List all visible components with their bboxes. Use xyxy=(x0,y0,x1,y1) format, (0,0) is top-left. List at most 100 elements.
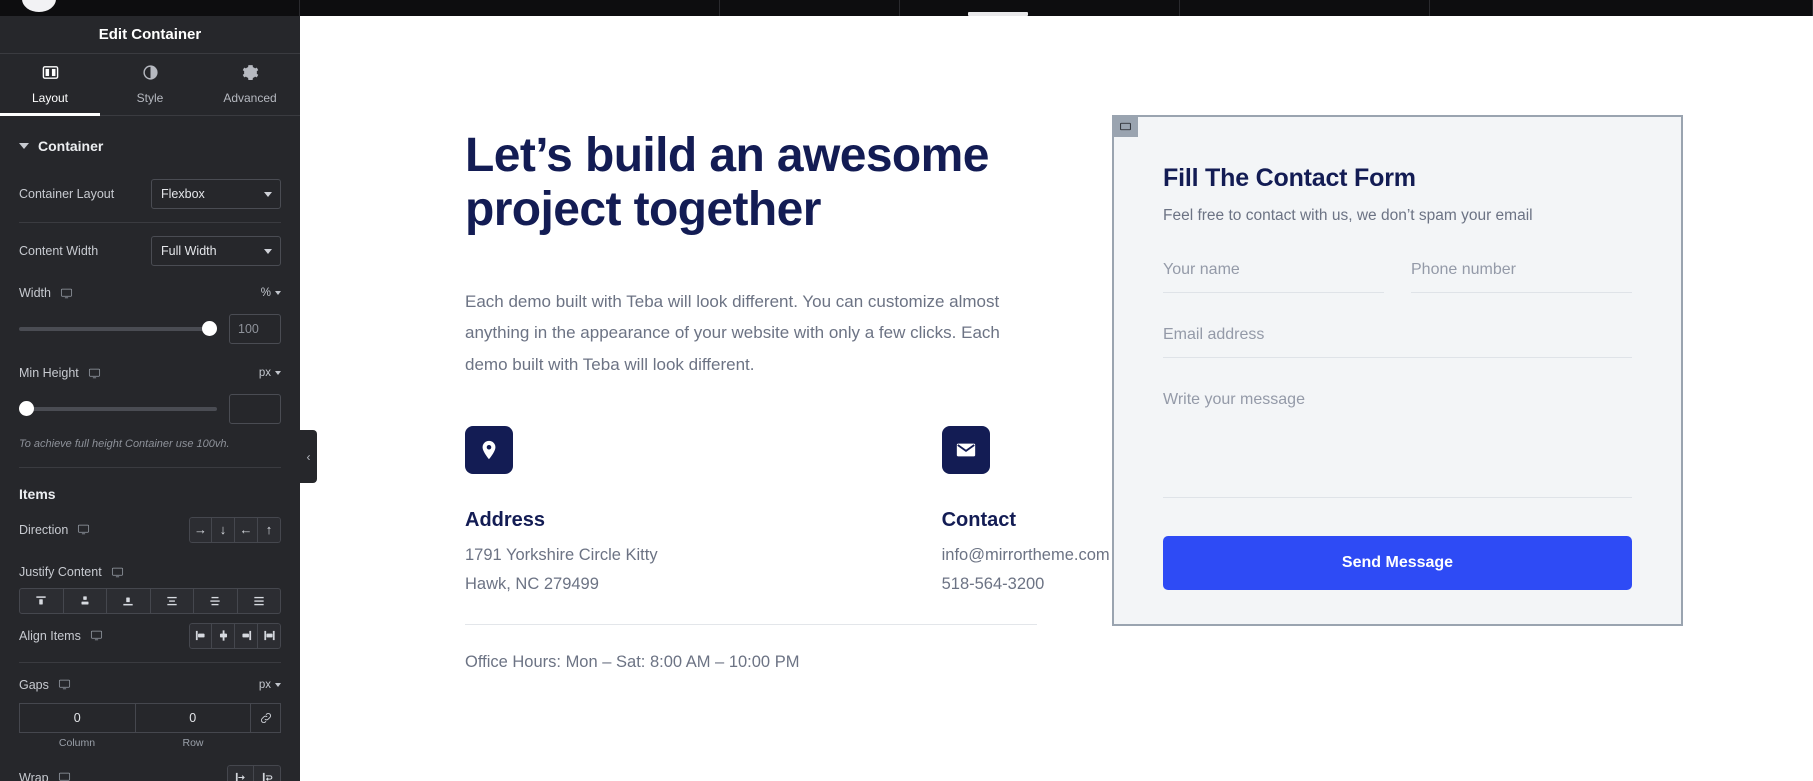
info-line[interactable]: 518-564-3200 xyxy=(942,571,1110,598)
field-message[interactable]: Write your message xyxy=(1163,391,1632,498)
tab-segment[interactable] xyxy=(900,0,1180,16)
min-height-slider-track[interactable] xyxy=(19,401,217,416)
no-wrap-icon[interactable] xyxy=(227,764,254,781)
width-label: Width xyxy=(19,286,73,300)
field-underline xyxy=(1163,357,1632,358)
info-title-address: Address xyxy=(465,509,546,531)
desktop-icon[interactable] xyxy=(58,678,71,691)
min-height-number-input[interactable] xyxy=(229,394,281,424)
contact-form-container[interactable]: Fill The Contact Form Feel free to conta… xyxy=(1112,115,1683,626)
app-screen: Edit Container Layout Style Advanced Con… xyxy=(0,0,1813,781)
desktop-icon[interactable] xyxy=(90,629,103,642)
min-height-unit-selector[interactable]: px xyxy=(259,367,281,379)
section-header-container[interactable]: Container xyxy=(19,116,281,170)
width-slider-knob[interactable] xyxy=(202,321,217,336)
form-subtitle: Feel free to contact with us, we don’t s… xyxy=(1163,207,1533,224)
arrow-down-icon[interactable]: ↓ xyxy=(212,516,235,543)
desktop-icon[interactable] xyxy=(88,367,101,380)
field-email-address[interactable]: Email address xyxy=(1163,326,1632,358)
container-layout-label: Container Layout xyxy=(19,187,115,201)
gear-icon xyxy=(242,64,259,84)
wrap-button-group xyxy=(227,764,281,781)
tab-segment[interactable] xyxy=(300,0,720,16)
info-block-address: Address 1791 Yorkshire Circle Kitty Hawk… xyxy=(465,426,658,598)
map-pin-icon xyxy=(465,426,513,474)
min-height-label: Min Height xyxy=(19,366,101,380)
wrap-icon[interactable] xyxy=(254,764,281,781)
gap-column-input[interactable]: 0 xyxy=(19,702,136,733)
justify-content-button-group xyxy=(19,587,281,614)
gaps-labels: Column Row xyxy=(19,733,281,749)
divider xyxy=(465,624,1037,625)
gaps-unit-selector[interactable]: px xyxy=(259,679,281,691)
control-container-layout: Container Layout Flexbox xyxy=(19,170,281,218)
gaps-label-text: Gaps xyxy=(19,677,49,692)
width-unit-selector[interactable]: % xyxy=(261,287,281,299)
page-title: Let’s build an awesome project together xyxy=(465,129,989,237)
link-icon[interactable] xyxy=(251,702,281,733)
desktop-icon[interactable] xyxy=(60,287,73,300)
arrow-left-icon[interactable]: ← xyxy=(235,516,258,543)
align-start-icon[interactable] xyxy=(189,622,212,649)
section-title: Container xyxy=(38,138,104,154)
panel-tabs: Layout Style Advanced xyxy=(0,54,300,116)
info-line[interactable]: info@mirrortheme.com xyxy=(942,542,1110,569)
tab-segment[interactable] xyxy=(1430,0,1813,16)
justify-start-icon[interactable] xyxy=(19,587,64,614)
align-end-icon[interactable] xyxy=(235,622,258,649)
tab-segment[interactable] xyxy=(720,0,900,16)
justify-end-icon[interactable] xyxy=(107,587,151,614)
arrow-up-icon[interactable]: ↑ xyxy=(258,516,281,543)
desktop-icon[interactable] xyxy=(77,523,90,536)
direction-label-text: Direction xyxy=(19,522,69,537)
email-address-placeholder: Email address xyxy=(1163,326,1265,343)
form-row-1: Your name Phone number xyxy=(1163,261,1632,293)
min-height-hint: To achieve full height Container use 100… xyxy=(19,438,230,450)
desktop-icon[interactable] xyxy=(58,771,71,781)
min-height-slider-row xyxy=(19,391,281,435)
desktop-icon[interactable] xyxy=(111,566,124,579)
field-underline xyxy=(1163,292,1384,293)
field-phone-number[interactable]: Phone number xyxy=(1411,261,1632,293)
content-width-select[interactable]: Full Width xyxy=(151,236,281,266)
tab-advanced[interactable]: Advanced xyxy=(200,54,300,115)
phone-number-placeholder: Phone number xyxy=(1411,261,1516,278)
tab-layout[interactable]: Layout xyxy=(0,54,100,116)
form-title: Fill The Contact Form xyxy=(1163,164,1416,192)
justify-space-evenly-icon[interactable] xyxy=(237,587,281,614)
min-height-label-text: Min Height xyxy=(19,366,79,380)
control-wrap: Wrap xyxy=(19,749,281,781)
field-your-name[interactable]: Your name xyxy=(1163,261,1384,293)
wrap-label: Wrap xyxy=(19,771,71,781)
direction-label: Direction xyxy=(19,523,90,537)
control-justify-content: Justify Content xyxy=(19,552,281,588)
chevron-down-icon xyxy=(275,371,281,375)
min-height-slider-knob[interactable] xyxy=(19,401,34,416)
width-number-input[interactable]: 100 xyxy=(229,314,281,344)
control-width: Width % xyxy=(19,275,281,311)
width-slider-track[interactable] xyxy=(19,321,217,336)
panel-collapse-toggle[interactable]: ‹ xyxy=(300,430,317,483)
justify-center-icon[interactable] xyxy=(63,587,107,614)
control-content-width: Content Width Full Width xyxy=(19,227,281,275)
gaps-unit-label: px xyxy=(258,678,271,691)
tab-segment[interactable] xyxy=(1180,0,1430,16)
align-center-icon[interactable] xyxy=(212,622,235,649)
send-message-button[interactable]: Send Message xyxy=(1163,536,1632,590)
gap-row-input[interactable]: 0 xyxy=(135,702,251,733)
content-width-select-wrap: Full Width xyxy=(151,236,281,266)
align-items-button-group xyxy=(189,622,281,649)
info-line: 1791 Yorkshire Circle Kitty xyxy=(465,546,658,564)
content-width-label: Content Width xyxy=(19,244,99,258)
align-stretch-icon[interactable] xyxy=(258,622,281,649)
justify-space-between-icon[interactable] xyxy=(150,587,194,614)
your-name-placeholder: Your name xyxy=(1163,261,1240,278)
container-handle-icon[interactable] xyxy=(1112,115,1138,137)
width-unit-label: % xyxy=(260,287,271,299)
tab-style[interactable]: Style xyxy=(100,54,200,115)
arrow-right-icon[interactable]: → xyxy=(189,516,212,543)
justify-space-around-icon[interactable] xyxy=(194,587,238,614)
hero-paragraph: Each demo built with Teba will look diff… xyxy=(465,292,1000,374)
container-layout-select[interactable]: Flexbox xyxy=(151,179,281,209)
